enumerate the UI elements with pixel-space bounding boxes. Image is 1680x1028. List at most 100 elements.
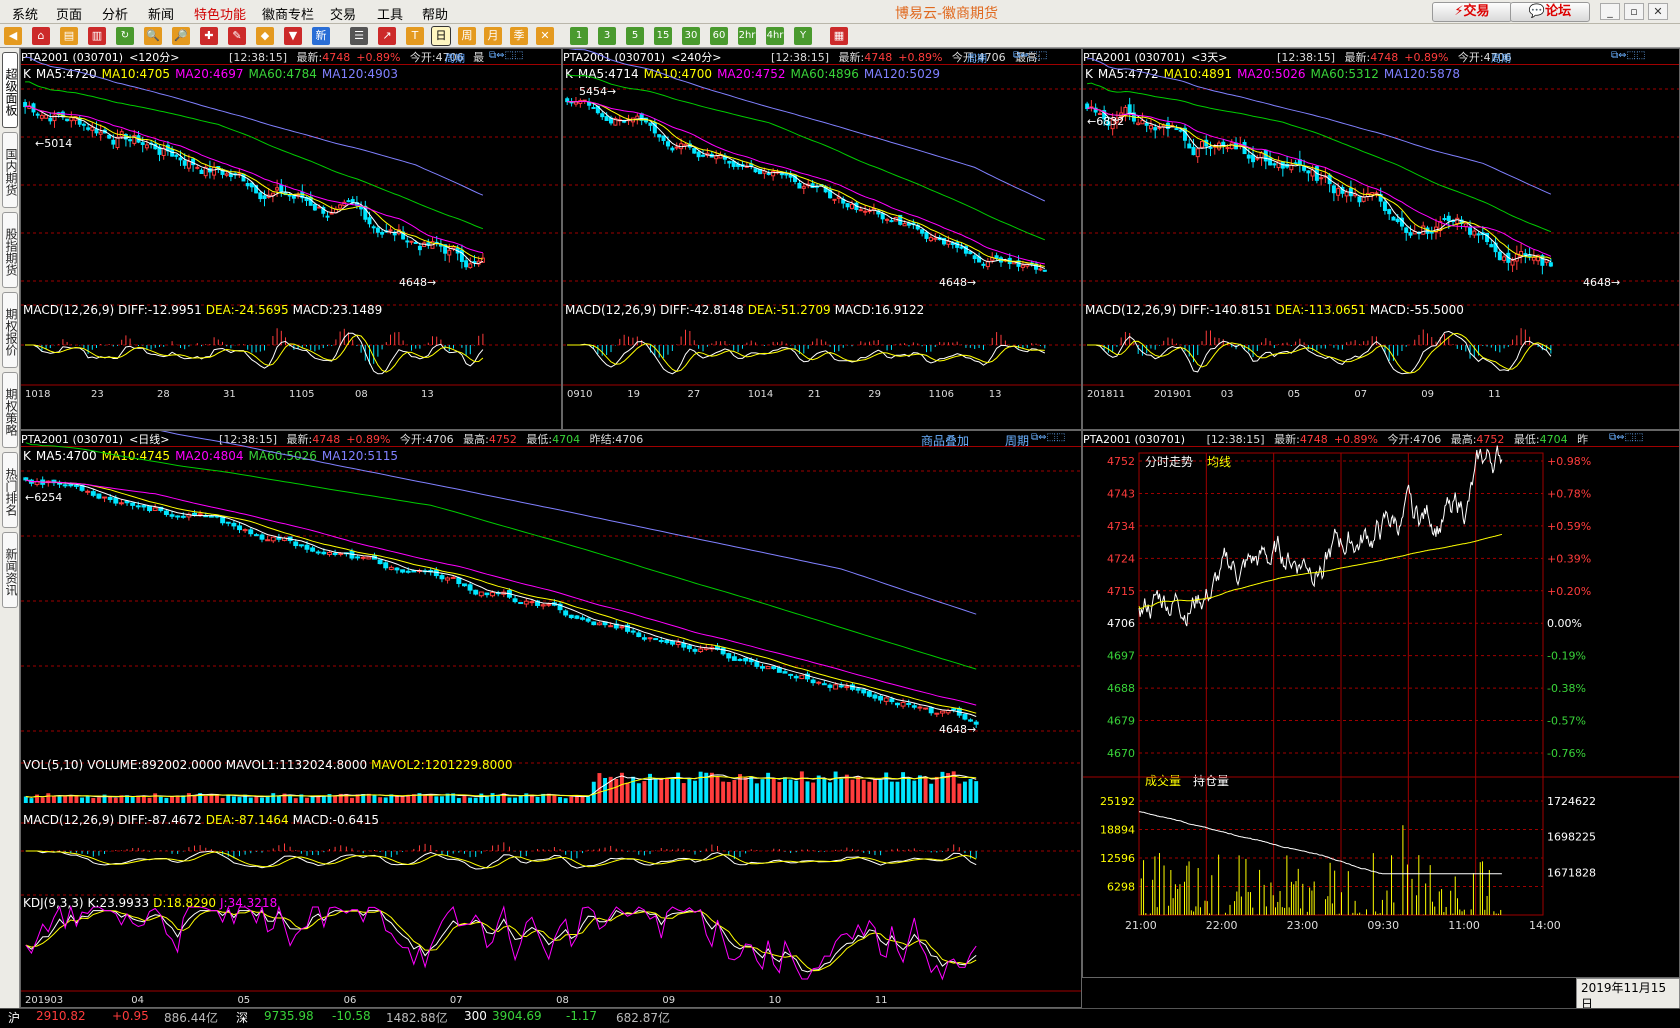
candle-body (866, 691, 872, 697)
period-month-button[interactable]: 月 (484, 27, 502, 45)
menu-analysis[interactable]: 分析 (102, 4, 128, 23)
period-15min-button[interactable]: 15 (654, 27, 672, 45)
candle-body (355, 556, 361, 559)
draw-pen-icon[interactable]: ✎ (228, 27, 246, 45)
period-3min-button[interactable]: 3 (598, 27, 616, 45)
sidetab-index-futures[interactable]: 股指期货 (2, 212, 18, 288)
candle-body (456, 577, 462, 584)
period-year-button[interactable]: Y (794, 27, 812, 45)
back-arrow-icon[interactable]: ◀ (4, 27, 22, 45)
book-icon[interactable]: ▤ (60, 27, 78, 45)
candle-body (163, 510, 169, 515)
menu-trade[interactable]: 交易 (330, 4, 356, 23)
candle-body (1489, 244, 1494, 248)
menu-system[interactable]: 系统 (12, 4, 38, 23)
trade-button[interactable]: ⚡交易 (1432, 2, 1512, 22)
calculator-icon[interactable]: ▦ (830, 27, 848, 45)
candle-body (237, 525, 242, 531)
refresh-icon[interactable]: ↻ (116, 27, 134, 45)
candle-body (833, 684, 839, 690)
candle-body (1127, 104, 1132, 115)
zoom-in-icon[interactable]: 🔍 (144, 27, 162, 45)
candle-body (1510, 260, 1515, 266)
sidetab-option-strategy[interactable]: 期权策略 (2, 372, 18, 448)
candle-body (619, 626, 625, 629)
sidetab-news-info[interactable]: 新闻资讯 (2, 532, 18, 608)
period-60min-button[interactable]: 60 (710, 27, 728, 45)
sidetab-super-panel[interactable]: 超级面板 (2, 52, 18, 128)
forum-button[interactable]: 💬论坛 (1510, 2, 1590, 22)
kline-chart-3day[interactable]: 201811 201901 03 05 07 09 11 (1083, 49, 1679, 429)
chart-pane-daily[interactable]: PTA2001 (030701) <日线> [12:38:15] 最新:4748 +… (20, 430, 1082, 1008)
crosshair-icon[interactable]: ✚ (200, 27, 218, 45)
period-30min-button[interactable]: 30 (682, 27, 700, 45)
candle-body (928, 707, 934, 714)
candle-body (844, 686, 850, 689)
period-5min-button[interactable]: 5 (626, 27, 644, 45)
indicator-icon[interactable]: ◆ (256, 27, 274, 45)
candle-body (450, 576, 456, 579)
volume-bar (586, 796, 591, 803)
candle-body (1502, 256, 1507, 261)
x-tick-label: 08 (556, 995, 569, 1006)
candle-body (596, 622, 602, 626)
filter-icon[interactable]: ▼ (284, 27, 302, 45)
news-ticker-icon[interactable]: ▥ (88, 27, 106, 45)
restore-icon[interactable]: ▫ (1624, 3, 1644, 20)
candle-body (1302, 166, 1307, 171)
volume-bar (974, 781, 979, 803)
candle-body (1306, 170, 1311, 174)
menu-column[interactable]: 徽商专栏 (262, 4, 314, 23)
sidetab-domestic-futures[interactable]: 国内期货 (2, 132, 18, 208)
period-4hr-button[interactable]: 4hr (766, 27, 784, 45)
candle-body (675, 642, 681, 646)
volume-bar (811, 782, 816, 803)
period-custom-icon[interactable]: ✕ (536, 27, 554, 45)
zoom-out-icon[interactable]: 🔎 (172, 27, 190, 45)
period-1min-button[interactable]: 1 (570, 27, 588, 45)
x-tick-label: 13 (989, 389, 1002, 400)
intraday-chart[interactable]: 4752 +0.98% 4743 +0.78% 4734 +0.59% 4724 +0.39%… (1083, 431, 1679, 977)
home-icon[interactable]: ⌂ (32, 27, 50, 45)
volume-bar (743, 777, 748, 803)
period-day-button[interactable]: 日 (431, 26, 451, 46)
volume-bar (496, 794, 501, 803)
menu-tools[interactable]: 工具 (377, 4, 403, 23)
sidetab-hot-ranking[interactable]: 热门排名 (2, 452, 18, 528)
minimize-icon[interactable]: _ (1600, 3, 1620, 20)
candle-body (1446, 215, 1451, 222)
period-2hr-button[interactable]: 2hr (738, 27, 756, 45)
list-view-icon[interactable]: ☰ (350, 27, 368, 45)
close-icon[interactable]: ✕ (1648, 3, 1668, 20)
toolbar-news-button[interactable]: 新 (312, 27, 330, 45)
candle-body (438, 244, 443, 247)
candle-body (388, 566, 394, 570)
x-tick-label: 13 (421, 389, 434, 400)
x-tick-label: 29 (868, 389, 881, 400)
period-season-button[interactable]: 季 (510, 27, 528, 45)
period-week-button[interactable]: 周 (458, 27, 476, 45)
candle-body (664, 640, 670, 644)
menu-page[interactable]: 页面 (56, 4, 82, 23)
kline-chart-daily[interactable]: 201903 04 05 06 07 08 09 10 11 (21, 431, 1081, 1007)
chart-pane-240min[interactable]: PTA2001 (030701) <240分> [12:38:15] 最新:474… (562, 48, 1082, 430)
kline-chart-120min[interactable]: 1018 23 28 31 1105 08 13 (21, 49, 561, 429)
trend-chart-icon[interactable]: ↗ (378, 27, 396, 45)
menu-news[interactable]: 新闻 (148, 4, 174, 23)
candle-body (696, 151, 701, 158)
candle-body (885, 218, 890, 221)
menu-help[interactable]: 帮助 (422, 4, 448, 23)
chart-pane-120min[interactable]: PTA2001 (030701) <120分> [12:38:15] 最新:474… (20, 48, 562, 430)
candle-body (793, 675, 799, 679)
tick-chart-icon[interactable]: T (406, 27, 424, 45)
volume-bar (867, 781, 872, 803)
menu-features[interactable]: 特色功能 (194, 4, 246, 23)
candle-body (1208, 146, 1213, 149)
candle-body (115, 136, 120, 148)
kline-chart-240min[interactable]: 0910 19 27 1014 21 29 1106 13 (563, 49, 1081, 429)
sidetab-option-quotes[interactable]: 期权报价 (2, 292, 18, 368)
candle-body (1140, 120, 1145, 125)
intraday-pane[interactable]: PTA2001 (030701) [12:38:15] 最新:4748 +0.89… (1082, 430, 1680, 978)
chart-pane-3day[interactable]: PTA2001 (030701) <3天> [12:38:15] 最新:4748 +… (1082, 48, 1680, 430)
candle-body (262, 195, 267, 200)
